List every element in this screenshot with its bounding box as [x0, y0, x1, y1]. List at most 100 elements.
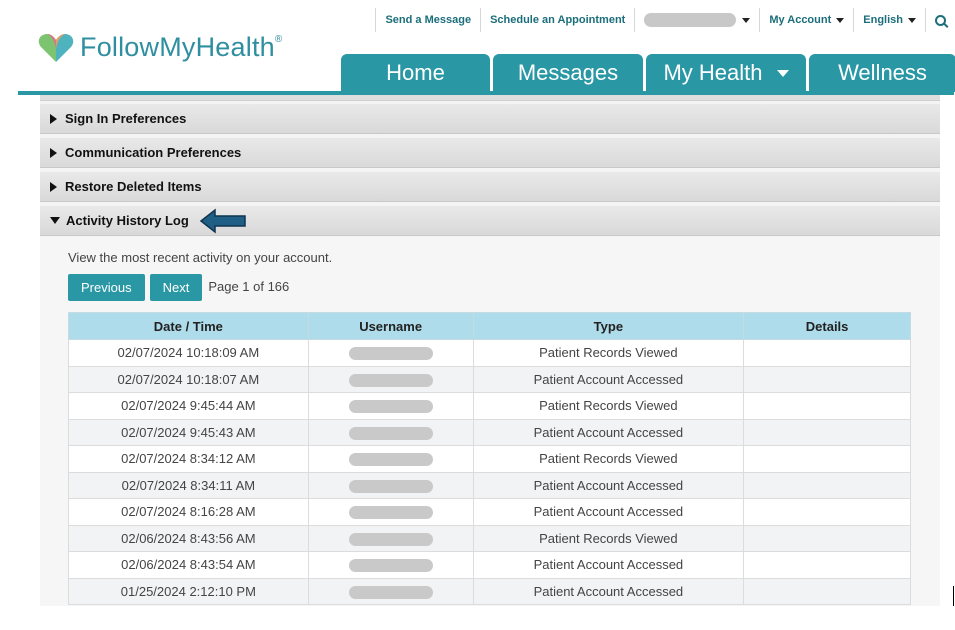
cell-type: Patient Account Accessed [472, 418, 745, 446]
table-row: 02/06/2024 8:43:56 AM Patient Records Vie… [68, 524, 911, 552]
tab-my-health-label: My Health [663, 60, 763, 85]
cell-datetime: 02/07/2024 10:18:07 AM [68, 365, 309, 393]
logo-text: FollowMyHealth [80, 32, 275, 62]
cell-details [743, 365, 911, 393]
cell-username [307, 392, 474, 420]
search-icon [935, 14, 946, 26]
chevron-down-icon [836, 17, 845, 23]
cell-type: Patient Account Accessed [472, 551, 745, 579]
cell-datetime: 02/07/2024 8:34:12 AM [68, 445, 309, 473]
redacted-username [348, 453, 433, 467]
utility-bar: Send a Message Schedule an Appointment M… [375, 8, 955, 32]
table-row: 01/25/2024 2:12:10 PM Patient Account Acc… [68, 577, 911, 605]
table-row: 02/06/2024 8:43:54 AM Patient Account Acc… [68, 551, 911, 579]
accordion-sign-in-preferences[interactable]: Sign In Preferences [40, 104, 940, 134]
table-row: 02/07/2024 10:18:07 AM Patient Account Ac… [68, 365, 911, 393]
cell-details [743, 392, 911, 420]
previous-button[interactable]: Previous [68, 274, 145, 301]
send-message-label: Send a Message [385, 14, 472, 26]
column-header-username[interactable]: Username [307, 312, 474, 340]
schedule-appointment-label: Schedule an Appointment [490, 14, 626, 26]
cell-details [743, 577, 911, 605]
accordion-label: Communication Preferences [65, 145, 242, 160]
table-row: 02/07/2024 9:45:43 AM Patient Account Acc… [68, 418, 911, 446]
column-header-type[interactable]: Type [472, 312, 745, 340]
my-account-menu[interactable]: My Account [759, 8, 853, 32]
user-menu[interactable] [634, 8, 759, 32]
redacted-username [348, 585, 433, 599]
cell-type: Patient Records Viewed [472, 392, 745, 420]
accordion-label: Activity History Log [66, 213, 189, 228]
cell-username [307, 365, 474, 393]
cell-datetime: 02/07/2024 9:45:44 AM [68, 392, 309, 420]
language-menu[interactable]: English [853, 8, 925, 32]
cell-username [307, 418, 474, 446]
schedule-appointment-link[interactable]: Schedule an Appointment [480, 8, 634, 32]
accordion-label: Sign In Preferences [65, 111, 187, 126]
scroll-clip [40, 606, 940, 630]
accordion-communication-preferences[interactable]: Communication Preferences [40, 138, 940, 168]
previous-label: Previous [81, 280, 132, 295]
cell-datetime: 02/06/2024 8:43:56 AM [68, 524, 309, 552]
accordion-restore-deleted-items[interactable]: Restore Deleted Items [40, 172, 940, 202]
table-row: 02/07/2024 9:45:44 AM Patient Records Vie… [68, 392, 911, 420]
cell-username [307, 445, 474, 473]
page-indicator: Page 1 of 166 [208, 278, 290, 294]
left-arrow-callout-icon [199, 207, 246, 234]
activity-intro-text: View the most recent activity on your ac… [68, 250, 333, 265]
table-row: 02/07/2024 8:16:28 AM Patient Account Acc… [68, 498, 911, 526]
followmyhealth-logo[interactable]: FollowMyHealth® [38, 32, 282, 63]
cell-details [743, 551, 911, 579]
cell-type: Patient Account Accessed [472, 498, 745, 526]
cell-datetime: 02/07/2024 9:45:43 AM [68, 418, 309, 446]
accordion-activity-history-log[interactable]: Activity History Log [40, 206, 940, 236]
tab-home-label: Home [386, 60, 445, 85]
caret-right-icon [50, 181, 57, 192]
redacted-username [348, 506, 433, 520]
caret-down-icon [50, 217, 60, 224]
tab-wellness-label: Wellness [838, 60, 927, 85]
redacted-username [348, 400, 433, 414]
scrollbar-edge[interactable] [953, 586, 954, 606]
activity-table: Date / Time Username Type Details 02/07/… [68, 312, 911, 605]
activity-table-body: 02/07/2024 10:18:09 AM Patient Records Vi… [68, 339, 911, 605]
send-message-link[interactable]: Send a Message [375, 8, 480, 32]
pagination: Previous Next Page 1 of 166 [68, 274, 289, 301]
redacted-username [348, 532, 433, 546]
tab-messages[interactable]: Messages [493, 54, 643, 92]
table-row: 02/07/2024 8:34:11 AM Patient Account Acc… [68, 471, 911, 499]
caret-right-icon [50, 147, 57, 158]
cell-type: Patient Account Accessed [472, 577, 745, 605]
next-button[interactable]: Next [149, 274, 203, 301]
accordion-label: Restore Deleted Items [65, 179, 202, 194]
table-row: 02/07/2024 10:18:09 AM Patient Records Vi… [68, 339, 911, 367]
cell-username [307, 551, 474, 579]
cell-details [743, 445, 911, 473]
cell-datetime: 02/07/2024 8:34:11 AM [68, 471, 309, 499]
column-header-datetime[interactable]: Date / Time [68, 312, 309, 340]
cell-username [307, 471, 474, 499]
cell-details [743, 524, 911, 552]
tab-messages-label: Messages [517, 60, 619, 85]
cell-type: Patient Records Viewed [472, 524, 745, 552]
search-button[interactable] [925, 8, 955, 32]
chevron-down-icon[interactable] [776, 69, 789, 77]
redacted-username [348, 479, 433, 493]
chevron-down-icon [908, 17, 916, 23]
cell-datetime: 02/06/2024 8:43:54 AM [68, 551, 309, 579]
cell-details [743, 498, 911, 526]
caret-right-icon [50, 113, 57, 124]
cell-details [743, 471, 911, 499]
cell-details [743, 339, 911, 367]
collapsed-section-edge [40, 95, 940, 101]
cell-type: Patient Records Viewed [472, 445, 745, 473]
cell-type: Patient Account Accessed [472, 365, 745, 393]
cell-username [307, 577, 474, 605]
tab-my-health[interactable]: My Health [646, 54, 806, 92]
redacted-username [348, 347, 433, 361]
tab-home[interactable]: Home [341, 54, 490, 92]
column-header-details[interactable]: Details [743, 312, 911, 340]
table-header-row: Date / Time Username Type Details [68, 312, 911, 340]
tab-wellness[interactable]: Wellness [809, 54, 955, 92]
cell-datetime: 02/07/2024 8:16:28 AM [68, 498, 309, 526]
